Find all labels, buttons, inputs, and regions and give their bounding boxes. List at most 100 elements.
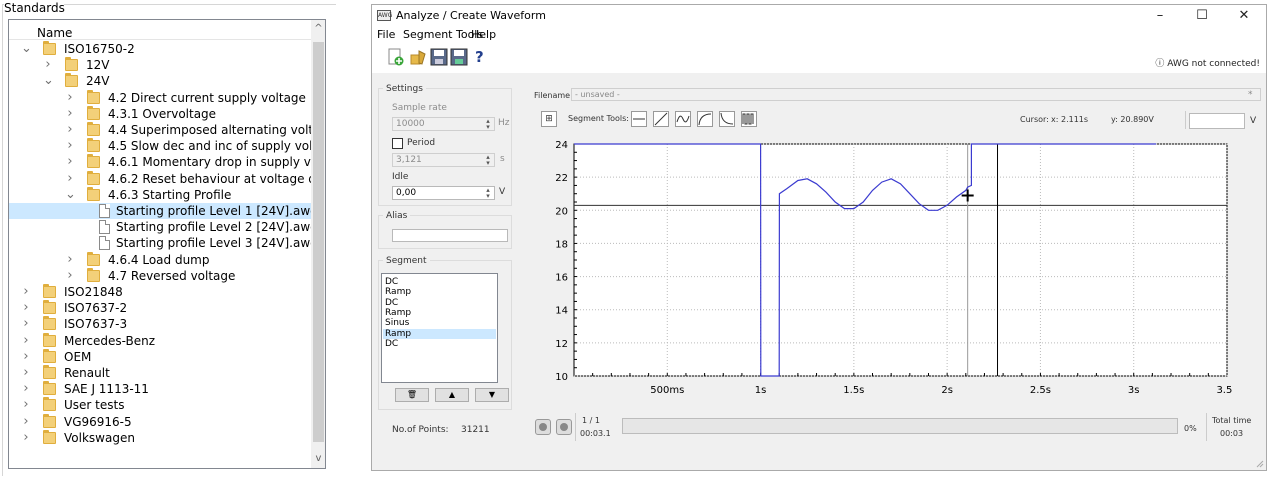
idle-input[interactable]: 0,00 ▴ ▾ [392,186,495,200]
standards-tree[interactable]: Name ⌄ ISO16750-2 › 12V ⌄ 24V › 4.2 Direct curr… [8,19,326,469]
scroll-down-icon[interactable]: v [311,450,325,467]
chevron-right-icon[interactable]: › [65,268,75,284]
segment-list-item[interactable]: DC [383,298,496,308]
tree-folder-item[interactable]: › OEM [9,348,311,365]
progress-percent: 0% [1184,424,1197,433]
sample-rate-input[interactable]: 10000 ▴ ▾ [392,117,495,131]
chevron-right-icon[interactable]: › [21,381,31,397]
save-as-icon[interactable] [450,48,468,66]
ramp-tool-icon[interactable] [653,111,669,127]
dc-tool-icon[interactable] [631,111,647,127]
save-icon[interactable] [430,48,448,66]
new-file-icon[interactable] [387,48,405,66]
tree-folder-item[interactable]: › 4.7 Reversed voltage [9,267,311,284]
segment-list-item[interactable]: DC [383,339,496,349]
tree-file-item[interactable]: Starting profile Level 1 [24V].awg [9,203,318,219]
chevron-right-icon[interactable]: › [65,106,75,122]
tree-folder-item[interactable]: › Renault [9,365,311,381]
tree-folder-item[interactable]: › 4.3.1 Overvoltage [9,105,311,122]
alias-input[interactable] [392,229,508,242]
custom-wave-tool-icon[interactable] [741,111,757,127]
voltage-input[interactable] [1189,113,1245,129]
chevron-right-icon[interactable]: › [21,300,31,316]
tree-folder-item[interactable]: › SAE J 1113-11 [9,381,311,397]
folder-icon [43,332,56,347]
chevron-right-icon[interactable]: › [65,252,75,268]
chevron-right-icon[interactable]: › [65,154,75,170]
tree-item-label: 4.2 Direct current supply voltage [108,90,306,105]
tree-folder-item[interactable]: › User tests [9,397,311,413]
tree-folder-item[interactable]: ⌄ 24V [9,73,311,89]
tree-file-item[interactable]: Starting profile Level 3 [24V].awg [9,235,318,251]
tree-folder-item[interactable]: › 4.6.4 Load dump [9,251,311,268]
segment-list-item[interactable]: Sinus [383,318,496,328]
chevron-right-icon[interactable]: › [21,316,31,332]
spinner-icon[interactable]: ▴ ▾ [483,187,493,200]
period-input[interactable]: 3,121 ▴ ▾ [392,153,495,167]
segment-list-item[interactable]: DC [383,277,496,287]
chevron-down-icon[interactable]: ⌄ [65,187,76,203]
minimize-button[interactable]: – [1139,5,1181,27]
delete-segment-button[interactable]: 🗑 [395,388,429,402]
waveform-chart[interactable]: 500ms 1s 1.5s 2s 2.5s 3s 3.5s 10 12 14 16 18 20 22 24 [534,134,1232,401]
chevron-down-icon[interactable]: ⌄ [43,73,54,89]
scroll-up-icon[interactable]: ^ [311,20,325,37]
help-icon[interactable]: ? [475,48,484,66]
stop-button[interactable] [556,419,572,435]
tree-folder-item[interactable]: › 4.4 Superimposed alternating voltage [9,122,325,138]
tree-file-item[interactable]: Starting profile Level 2 [24V].awg [9,219,318,235]
exp-rise-tool-icon[interactable] [697,111,713,127]
tree-folder-item[interactable]: › ISO7637-2 [9,300,311,316]
chevron-right-icon[interactable]: › [21,430,31,446]
tree-folder-item[interactable]: › Volkswagen [9,429,311,446]
tree-folder-item[interactable]: › ISO21848 [9,284,311,300]
grid-toggle-icon[interactable]: ⊞ [541,111,557,127]
chevron-right-icon[interactable]: › [21,349,31,365]
menu-file[interactable]: File [377,28,395,41]
resize-grip-icon[interactable] [1256,460,1264,468]
tree-column-header[interactable]: Name [9,20,311,40]
chevron-right-icon[interactable]: › [65,122,75,138]
tree-folder-item[interactable]: › 4.2 Direct current supply voltage [9,89,311,106]
chevron-right-icon[interactable]: › [65,90,75,106]
period-checkbox[interactable] [392,138,403,149]
chevron-down-icon[interactable]: ⌄ [21,41,32,57]
chevron-right-icon[interactable]: › [21,397,31,413]
tree-folder-item[interactable]: › VG96916-5 [9,413,311,430]
open-file-icon[interactable] [410,48,428,66]
move-up-button[interactable]: ▲ [435,388,469,402]
tree-scrollbar[interactable]: ^ v [311,20,325,468]
exp-fall-tool-icon[interactable] [719,111,735,127]
chevron-right-icon[interactable]: › [43,57,53,73]
menu-help[interactable]: Help [471,28,496,41]
segment-list-item[interactable]: Ramp [383,328,496,339]
tree-item-label: SAE J 1113-11 [64,382,149,397]
folder-icon [87,122,100,136]
chevron-right-icon[interactable]: › [21,414,31,430]
segment-list[interactable]: DC Ramp DC Ramp Sinus Ramp DC [381,273,498,383]
tree-folder-item[interactable]: › 4.6.2 Reset behaviour at voltage drop [9,170,325,187]
spinner-icon[interactable]: ▴ ▾ [483,118,493,131]
segment-list-item[interactable]: Ramp [383,287,496,297]
segment-list-item[interactable]: Ramp [383,308,496,318]
tree-folder-item[interactable]: › Mercedes-Benz [9,332,311,349]
tree-folder-item[interactable]: › 4.6.1 Momentary drop in supply voltage [9,154,325,170]
scrollbar-thumb[interactable] [313,42,324,442]
tree-folder-item[interactable]: ⌄ 4.6.3 Starting Profile [9,186,311,203]
tree-folder-item[interactable]: › ISO7637-3 [9,316,311,332]
chevron-right-icon[interactable]: › [65,171,75,187]
chevron-right-icon[interactable]: › [65,138,75,154]
spinner-icon[interactable]: ▴ ▾ [483,154,493,167]
move-down-button[interactable]: ▼ [475,388,509,402]
close-button[interactable]: ✕ [1223,5,1265,27]
tree-folder-item[interactable]: › 4.5 Slow dec and inc of supply voltage [9,138,325,154]
play-button[interactable] [535,419,551,435]
sine-tool-icon[interactable] [675,111,691,127]
chevron-right-icon[interactable]: › [21,365,31,381]
chevron-right-icon[interactable]: › [21,284,31,300]
tree-folder-item[interactable]: ⌄ ISO16750-2 [9,41,311,57]
toolbar-divider [1185,111,1186,129]
tree-folder-item[interactable]: › 12V [9,57,311,73]
maximize-button[interactable]: ☐ [1181,5,1223,27]
chevron-right-icon[interactable]: › [21,333,31,349]
